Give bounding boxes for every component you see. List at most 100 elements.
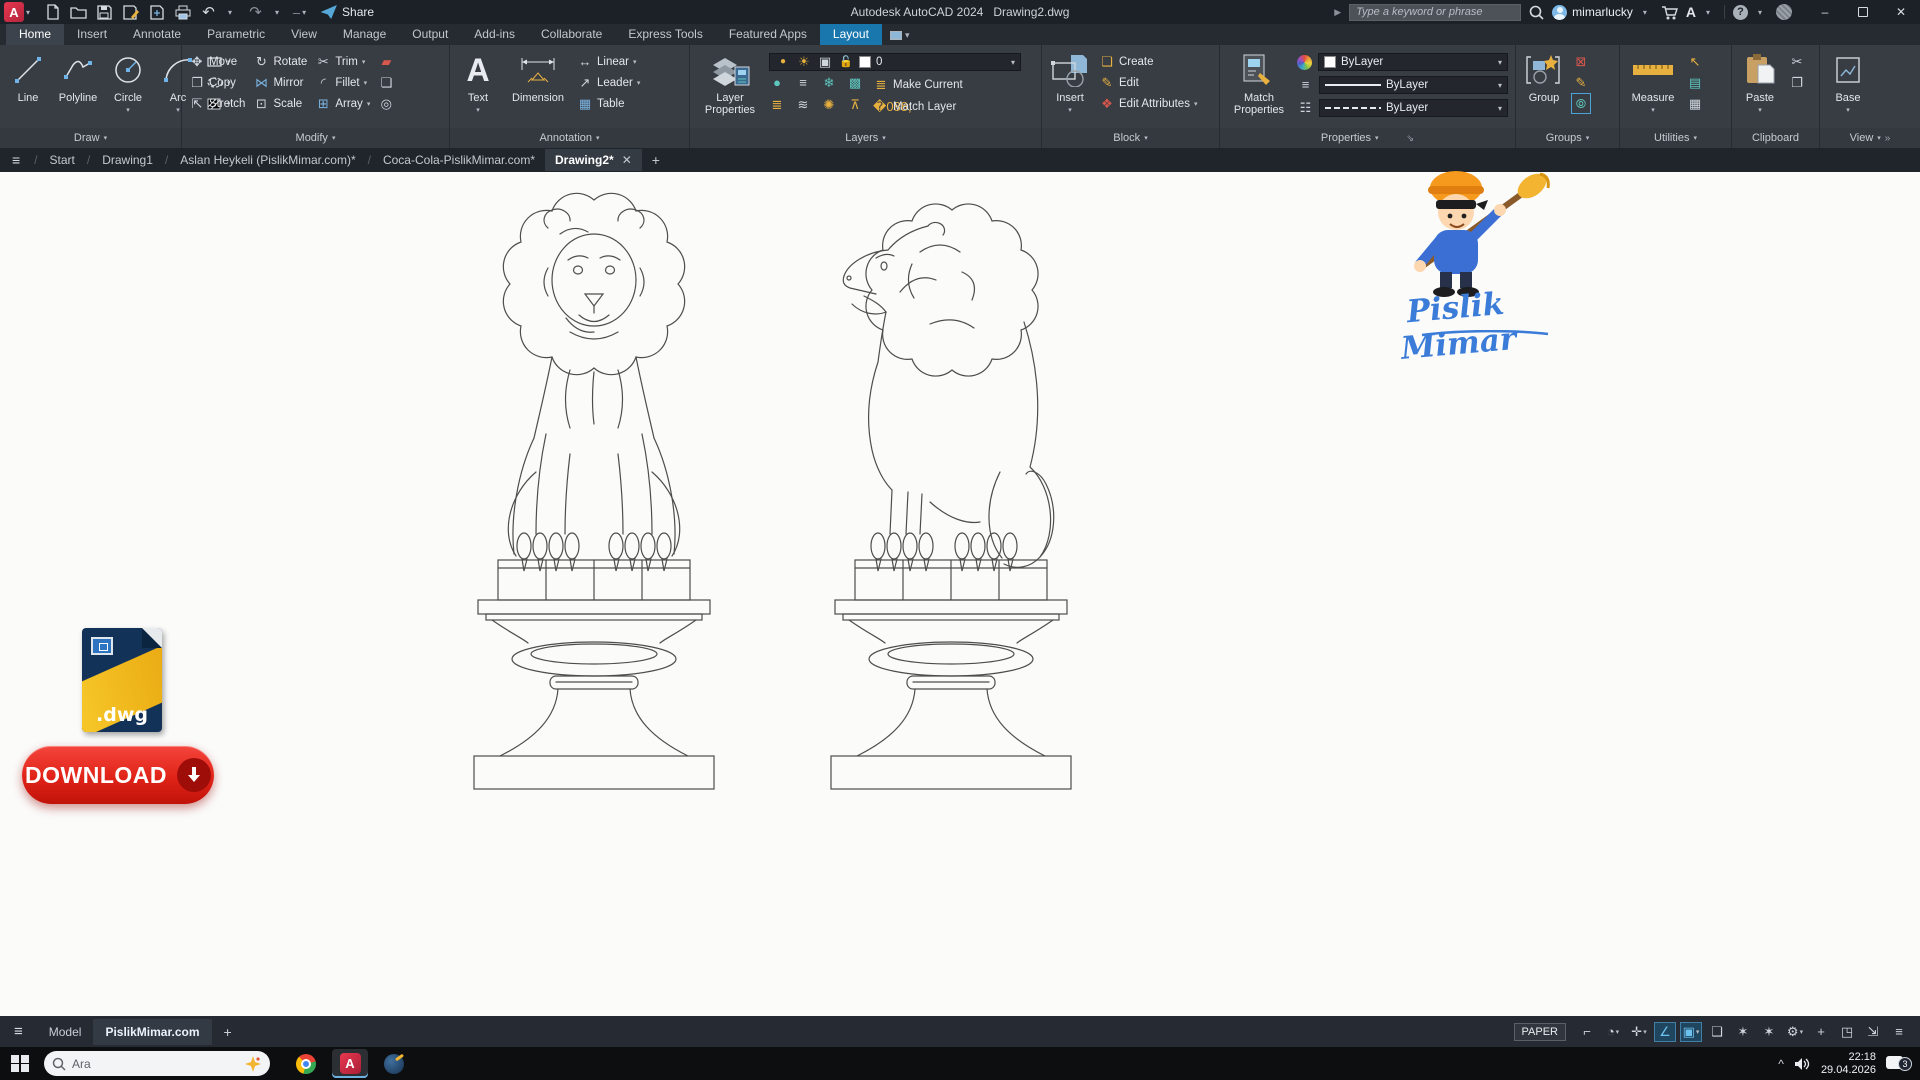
explode-button[interactable]: ❏ [378, 74, 394, 91]
file-tab-drawing2-active[interactable]: Drawing2* ✕ [545, 149, 642, 171]
tab-home[interactable]: Home [6, 24, 65, 45]
group-button[interactable]: Group [1523, 50, 1565, 104]
quick-select-button[interactable]: ↖ [1687, 53, 1703, 70]
open-folder-icon[interactable] [70, 4, 87, 21]
tab-view[interactable]: View [278, 24, 330, 45]
table-button[interactable]: ▦ Table [577, 95, 640, 112]
groups-panel-label[interactable]: Groups ▾ [1516, 128, 1619, 148]
file-tab-drawing1[interactable]: Drawing1 [92, 149, 163, 171]
leader-button[interactable]: ↗ Leader ▾ [577, 74, 641, 91]
copy-clip-button[interactable]: ❐ [1789, 74, 1805, 91]
layer-state-icon[interactable]: ≣ [769, 98, 785, 115]
create-block-button[interactable]: ❑ Create [1099, 53, 1197, 70]
tab-annotate[interactable]: Annotate [120, 24, 194, 45]
make-current-button[interactable]: ≣ Make Current [873, 76, 963, 93]
annotation-plus-icon[interactable]: + [1810, 1022, 1832, 1042]
account-caret-icon[interactable]: ▾ [1643, 8, 1647, 17]
rotate-button[interactable]: ↻ Rotate [253, 53, 307, 70]
lineweight-dropdown[interactable]: ByLayer ▾ [1319, 76, 1508, 94]
draw-panel-label[interactable]: Draw ▾ [0, 128, 181, 148]
close-button[interactable]: ✕ [1882, 0, 1920, 24]
taskbar-search-input[interactable] [72, 1056, 212, 1071]
search-expand-icon[interactable]: ▶ [1334, 7, 1341, 18]
file-tab-start[interactable]: Start [40, 149, 85, 171]
polyline-button[interactable]: Polyline [57, 50, 99, 104]
drawing-canvas[interactable]: .dwg DOWNLOAD Pislik Mimar [0, 171, 1920, 1016]
erase-button[interactable]: ▰ [378, 53, 394, 70]
file-tab-menu-icon[interactable]: ≡ [0, 152, 32, 168]
taskbar-search[interactable] [44, 1051, 270, 1076]
quick-calc-button[interactable]: ▤ [1687, 74, 1703, 91]
fillet-button[interactable]: ◜ Fillet ▾ [315, 74, 370, 91]
match-layer-button[interactable]: �088; Match Layer [873, 98, 956, 115]
copy-button[interactable]: ❐ Copy [189, 74, 245, 91]
grid-display-icon[interactable]: ⌐ [1576, 1022, 1598, 1042]
layer-isolate-icon[interactable]: ≡ [795, 76, 811, 93]
paste-caret-icon[interactable]: ▾ [1758, 106, 1762, 114]
properties-panel-label[interactable]: Properties ▾ ⇘ [1220, 128, 1515, 148]
account-button[interactable]: mimarlucky [1552, 4, 1633, 20]
dynamic-ucs-icon[interactable]: ◔ ▾ [1602, 1022, 1624, 1042]
mirror-button[interactable]: ⋈ Mirror [253, 74, 307, 91]
file-tab-aslan-heykeli[interactable]: Aslan Heykeli (PislikMimar.com)* [170, 149, 365, 171]
tab-layout[interactable]: Layout [819, 24, 882, 45]
move-button[interactable]: ✥ Move [189, 53, 245, 70]
workspace-gear-icon[interactable]: ⚙ ▾ [1784, 1022, 1806, 1042]
dimension-button[interactable]: Dimension [507, 50, 569, 104]
layer-unlock-icon[interactable]: ⊼ [847, 98, 863, 115]
download-button[interactable]: DOWNLOAD [22, 746, 214, 804]
feedback-icon[interactable] [1776, 4, 1792, 20]
tab-output[interactable]: Output [399, 24, 461, 45]
layout-menu-icon[interactable]: ≡ [0, 1023, 37, 1040]
insert-block-button[interactable]: Insert ▾ [1049, 50, 1091, 114]
clean-screen-icon[interactable]: ⇲ [1862, 1022, 1884, 1042]
circle-caret-icon[interactable]: ▾ [126, 106, 130, 114]
ribbon-collapse-control[interactable]: ▾ [889, 30, 909, 45]
help-caret-icon[interactable]: ▾ [1758, 8, 1762, 17]
undo-icon[interactable]: ↶ [200, 4, 217, 21]
restore-button[interactable] [1844, 0, 1882, 24]
speaker-icon[interactable] [1794, 1057, 1811, 1071]
help-icon[interactable]: ? [1732, 4, 1748, 20]
keyword-search-input[interactable] [1349, 3, 1522, 21]
qat-customize-icon[interactable]: – ▾ [293, 4, 311, 21]
layout-tab-pislikmimar[interactable]: PislikMimar.com [93, 1018, 212, 1045]
paper-space-toggle[interactable]: PAPER [1513, 1022, 1566, 1041]
layers-panel-label[interactable]: Layers ▾ [690, 128, 1041, 148]
annotation-visibility-icon[interactable]: ✶ [1732, 1022, 1754, 1042]
close-tab-icon[interactable]: ✕ [622, 153, 632, 167]
annotation-panel-label[interactable]: Annotation ▾ [450, 128, 689, 148]
stretch-button[interactable]: ⇱ Stretch [189, 95, 246, 112]
start-button[interactable] [0, 1054, 40, 1073]
group-edit-button[interactable]: ✎ [1573, 74, 1589, 91]
tab-parametric[interactable]: Parametric [194, 24, 278, 45]
layer-dropdown-caret-icon[interactable]: ▾ [1011, 58, 1015, 67]
text-caret-icon[interactable]: ▾ [476, 106, 480, 114]
undo-caret-icon[interactable]: ▾ [228, 8, 232, 17]
logo-caret-icon[interactable]: ▾ [26, 8, 30, 17]
tab-express-tools[interactable]: Express Tools [615, 24, 715, 45]
base-button[interactable]: Base ▾ [1827, 50, 1869, 114]
line-button[interactable]: Line [7, 50, 49, 104]
tab-addins[interactable]: Add-ins [461, 24, 528, 45]
layer-properties-button[interactable]: Layer Properties [697, 50, 763, 116]
customize-icon[interactable]: ≡ [1888, 1022, 1910, 1042]
linear-dimension-button[interactable]: ↔ Linear ▾ [577, 53, 640, 70]
array-button[interactable]: ⊞ Array ▾ [315, 95, 370, 112]
match-properties-button[interactable]: Match Properties [1227, 50, 1291, 116]
autoscale-icon[interactable]: ✶ [1758, 1022, 1780, 1042]
tab-featured-apps[interactable]: Featured Apps [716, 24, 820, 45]
selection-cycling-icon[interactable]: ❑ [1706, 1022, 1728, 1042]
redo-caret-icon[interactable]: ▾ [275, 8, 279, 17]
block-panel-label[interactable]: Block ▾ [1042, 128, 1219, 148]
clipboard-panel-label[interactable]: Clipboard [1732, 128, 1819, 148]
group-selection-toggle[interactable]: ⦾ [1571, 93, 1591, 114]
tab-insert[interactable]: Insert [64, 24, 120, 45]
globe-app-icon[interactable] [376, 1049, 412, 1078]
snap-mode-icon[interactable]: ✛ ▾ [1628, 1022, 1650, 1042]
calculator-button[interactable]: ▦ [1687, 95, 1703, 112]
tray-chevron-icon[interactable]: ^ [1778, 1057, 1784, 1071]
redo-icon[interactable]: ↷ [247, 4, 264, 21]
offset-button[interactable]: ◎ [378, 95, 394, 112]
print-icon[interactable] [174, 4, 191, 21]
